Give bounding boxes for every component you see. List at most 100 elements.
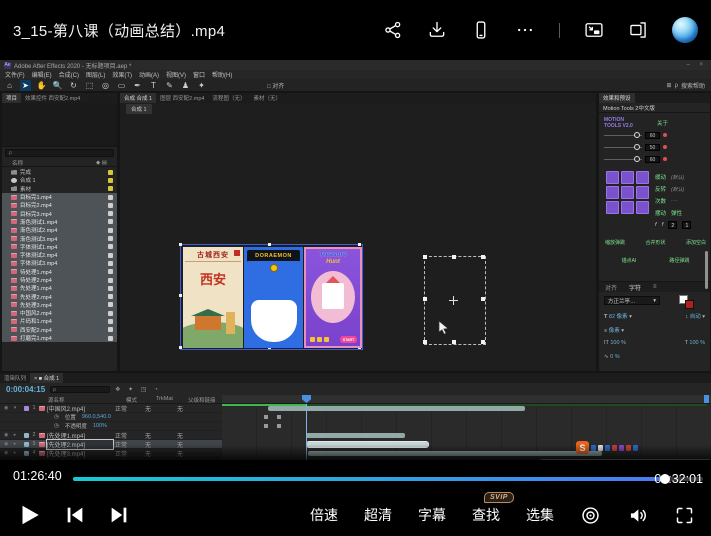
- active-comp-chip[interactable]: 合成 1: [126, 104, 152, 114]
- count-box-2[interactable]: 1: [682, 221, 691, 229]
- tab-comp-1[interactable]: × ■ 合成 1: [30, 373, 63, 383]
- property-name[interactable]: 位置: [65, 413, 76, 421]
- progress-bar[interactable]: 01:32:01: [73, 477, 703, 481]
- volume-icon[interactable]: [627, 505, 648, 526]
- play-button[interactable]: [16, 502, 42, 528]
- merge-shapes-button[interactable]: 合并形状: [645, 239, 665, 246]
- project-item[interactable]: 字体测试3.mp4: [2, 259, 117, 267]
- keyframe-icon[interactable]: [264, 424, 268, 428]
- pen-tool-icon[interactable]: ✒: [132, 80, 143, 91]
- stopwatch-icon[interactable]: ◷: [54, 414, 59, 420]
- ae-menu-item[interactable]: 编辑(E): [32, 70, 52, 79]
- label-color-chip[interactable]: [108, 178, 113, 183]
- slider-track[interactable]: [604, 147, 642, 148]
- position-property-row[interactable]: ◷ 位置 960.0,540.0: [0, 413, 222, 422]
- slider-value[interactable]: 50: [645, 144, 660, 151]
- font-family-select[interactable]: 方正兰亭…▾: [604, 296, 660, 305]
- quality-button[interactable]: 超清: [364, 505, 392, 525]
- slider-track[interactable]: [604, 159, 642, 160]
- ae-menu-item[interactable]: 动画(A): [139, 70, 159, 79]
- find-button[interactable]: SVIP 查找: [472, 505, 500, 525]
- home-tool-icon[interactable]: ⌂: [4, 80, 15, 91]
- label-color-chip[interactable]: [108, 236, 113, 241]
- label-color-chip[interactable]: [108, 253, 113, 258]
- project-item[interactable]: 片码和1.mp4: [2, 317, 117, 325]
- project-item[interactable]: 待处理2.mp4: [2, 276, 117, 284]
- record-icon[interactable]: [580, 505, 601, 526]
- fullscreen-icon[interactable]: [674, 505, 695, 526]
- subtitles-button[interactable]: 字幕: [418, 505, 446, 525]
- label-color-chip[interactable]: [108, 203, 113, 208]
- tab-character[interactable]: 字符: [629, 283, 641, 292]
- label-color-chip[interactable]: [108, 186, 113, 191]
- label-color-chip[interactable]: [108, 269, 113, 274]
- tab-layer[interactable]: 图层 西安配2.mp4: [156, 93, 208, 103]
- timeline-search-input[interactable]: ρ: [50, 386, 110, 393]
- project-item[interactable]: 合成 1: [2, 176, 117, 184]
- count-box-1[interactable]: 2: [668, 221, 677, 229]
- project-item[interactable]: 目标完1.mp4: [2, 193, 117, 201]
- label-color-chip[interactable]: [108, 327, 113, 332]
- episodes-button[interactable]: 选集: [526, 505, 554, 525]
- scale-bounce-button[interactable]: 缩放弹跳: [605, 239, 625, 246]
- label-color-chip[interactable]: [108, 278, 113, 283]
- timeline-timecode[interactable]: 0:00:04:15: [6, 385, 45, 394]
- anchor-ai-button[interactable]: 锚点AI: [622, 257, 637, 264]
- count-row[interactable]: 次数····: [655, 197, 678, 205]
- selection-tool-icon[interactable]: ➤: [20, 80, 31, 91]
- project-item[interactable]: 渐色测试3.mp4: [2, 234, 117, 242]
- tab-align[interactable]: 对齐: [605, 283, 617, 292]
- tab-effects-presets[interactable]: 效果和预设: [599, 93, 635, 103]
- label-color-chip[interactable]: [108, 170, 113, 175]
- slider-knob[interactable]: [634, 144, 640, 150]
- ae-menu-item[interactable]: 帮助(H): [212, 70, 232, 79]
- panel-menu-icon[interactable]: ≡: [653, 284, 657, 290]
- keyframe-icon[interactable]: [264, 415, 268, 419]
- stroke-color-swatch[interactable]: [685, 300, 694, 309]
- add-null-button[interactable]: 添加空白: [686, 239, 706, 246]
- about-link[interactable]: 关于: [657, 119, 668, 127]
- ae-menu-item[interactable]: 效果(T): [112, 70, 132, 79]
- layer-name[interactable]: [中国风2.mp4]: [47, 404, 113, 413]
- selection-handles[interactable]: [423, 255, 427, 259]
- work-area-end-marker[interactable]: [704, 395, 709, 403]
- stamp-tool-icon[interactable]: ♟: [180, 80, 191, 91]
- font-size-value[interactable]: 82 像素: [609, 314, 628, 320]
- label-color-chip[interactable]: [108, 261, 113, 266]
- next-button[interactable]: [108, 504, 130, 526]
- name-column-label[interactable]: 名称: [12, 159, 23, 167]
- zoom-tool-icon[interactable]: 🔍: [52, 80, 63, 91]
- align-toggle-label[interactable]: □ 对齐: [267, 81, 284, 90]
- project-item[interactable]: 完成: [2, 168, 117, 176]
- hand-tool-icon[interactable]: ✋: [36, 80, 47, 91]
- share-icon[interactable]: [383, 20, 403, 40]
- label-color-chip[interactable]: [108, 319, 113, 324]
- project-item[interactable]: 待处理1.mp4: [2, 268, 117, 276]
- path-bounce-button[interactable]: 路径弹跳: [669, 257, 689, 264]
- stopwatch-icon[interactable]: ◷: [54, 423, 59, 429]
- selection-handles[interactable]: [179, 243, 182, 246]
- selected-posters-group[interactable]: 古城西安 西安 DORAEMON Treasure Hunt: [180, 244, 363, 350]
- reverse-row[interactable]: 反转(默认): [655, 185, 684, 193]
- project-item[interactable]: 目标完2.mp4: [2, 201, 117, 209]
- property-name[interactable]: 不透明度: [65, 422, 87, 430]
- ae-menu-item[interactable]: 窗口: [193, 70, 205, 79]
- project-item[interactable]: 先处理3.mp4: [2, 301, 117, 309]
- project-item[interactable]: 打磨完1.mp4: [2, 334, 117, 342]
- anchor-grid[interactable]: [606, 171, 649, 214]
- tab-effect-controls[interactable]: 效果控件 西安配2.mp4: [21, 93, 84, 103]
- timeline-layer-row[interactable]: ◉ ▾1 [中国风2.mp4] 正常无无: [0, 404, 222, 413]
- curve-icon[interactable]: 𝑓: [655, 222, 657, 229]
- label-color-chip[interactable]: [108, 286, 113, 291]
- tracking-value[interactable]: 0 %: [610, 354, 619, 360]
- slider-knob[interactable]: [634, 132, 640, 138]
- shape-tool-icon[interactable]: ▭: [116, 80, 127, 91]
- project-item[interactable]: 目标完3.mp4: [2, 209, 117, 217]
- pan-behind-tool-icon[interactable]: ◎: [100, 80, 111, 91]
- rotate-tool-icon[interactable]: ↻: [68, 80, 79, 91]
- slider-value[interactable]: 60: [645, 156, 660, 163]
- label-color-chip[interactable]: [108, 211, 113, 216]
- camera-tool-icon[interactable]: ⬚: [84, 80, 95, 91]
- ease-row[interactable]: 缓动(默认): [655, 173, 684, 181]
- slider-knob[interactable]: [634, 156, 640, 162]
